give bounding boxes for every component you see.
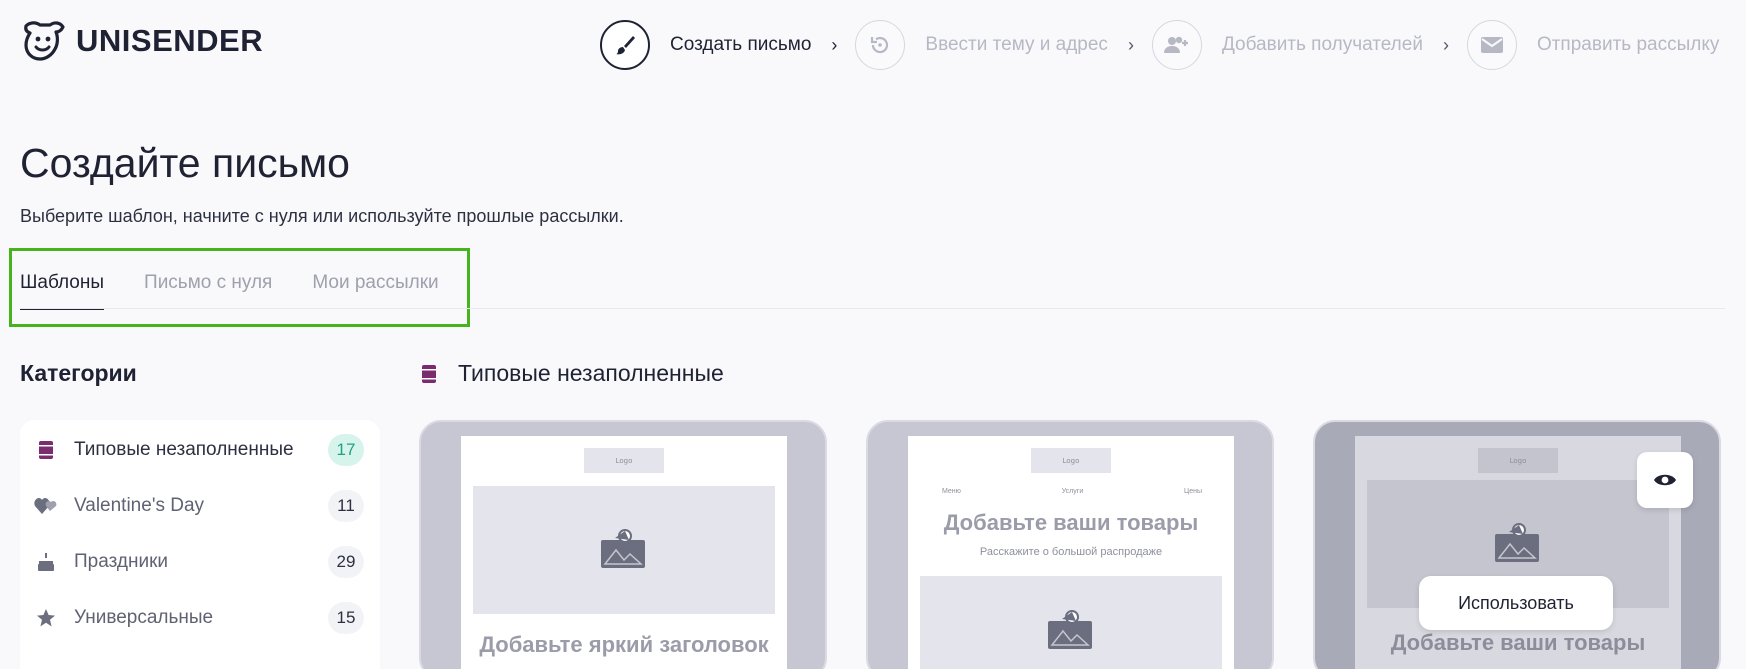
preview-logo-placeholder: Logo (1031, 448, 1111, 473)
step-label: Ввести тему и адрес (925, 34, 1108, 55)
preview-image-placeholder (473, 486, 775, 614)
image-placeholder-icon (1048, 610, 1092, 649)
template-preview: Logo Добавьте ваши товары (1355, 436, 1681, 669)
section-title-text: Типовые незаполненные (458, 360, 724, 386)
tabs: Шаблоны Письмо с нуля Мои рассылки (20, 272, 439, 310)
chevron-right-icon: › (831, 34, 838, 55)
preview-nav-item: Меню (942, 488, 961, 495)
preview-subheading: Расскажите о большой распродаже (979, 546, 1163, 558)
star-icon (34, 606, 58, 630)
step-add-recipients[interactable]: Добавить получателей (1151, 20, 1423, 70)
use-template-button[interactable]: Использовать (1419, 576, 1613, 630)
preview-heading: Добавьте ваши товары (1390, 630, 1646, 655)
step-subject-address[interactable]: Ввести тему и адрес (855, 20, 1108, 70)
page-title: Создайте письмо (20, 140, 350, 186)
brush-icon (616, 36, 635, 55)
preview-button[interactable] (1637, 452, 1693, 508)
step-circle (1151, 20, 1202, 70)
step-circle (855, 20, 906, 70)
tab-from-scratch[interactable]: Письмо с нуля (144, 272, 272, 310)
page-subtitle: Выберите шаблон, начните с нуля или испо… (20, 206, 624, 226)
preview-logo-placeholder: Logo (584, 448, 664, 473)
envelope-icon (1480, 37, 1503, 53)
template-card-hovered[interactable]: Logo Добавьте ваши товары Использовать (1313, 420, 1721, 669)
preview-nav: Меню Услуги Цены (942, 488, 1202, 495)
step-label: Добавить получателей (1221, 34, 1423, 55)
step-label: Отправить рассылку (1536, 34, 1720, 55)
preview-nav-item: Цены (1184, 488, 1202, 495)
add-users-icon (1163, 36, 1188, 53)
preview-image-placeholder (920, 576, 1222, 669)
top-header: UNISENDER Создать письмо › Ввести тему и… (0, 0, 1746, 92)
step-send[interactable]: Отправить рассылку (1466, 20, 1720, 70)
step-label: Создать письмо (670, 34, 812, 55)
preview-logo-placeholder: Logo (1478, 448, 1558, 473)
dog-logo-icon (24, 21, 65, 61)
categories-list: Типовые незаполненные 17 Valentine's Day… (20, 420, 380, 669)
category-label: Типовые незаполненные (74, 439, 294, 460)
image-placeholder-icon (1495, 523, 1539, 562)
category-count-badge: 17 (328, 434, 364, 466)
preview-heading: Добавьте ваши товары (943, 510, 1199, 535)
template-icon (34, 438, 58, 462)
template-card[interactable]: Logo Добавьте яркий заголовок (419, 420, 827, 669)
template-icon (422, 364, 436, 383)
image-placeholder-icon (601, 529, 645, 568)
brand-logo[interactable]: UNISENDER (20, 20, 263, 62)
cake-icon (34, 550, 58, 574)
category-count-badge: 15 (328, 602, 364, 634)
hearts-icon (34, 494, 58, 518)
category-item-valentines[interactable]: Valentine's Day 11 (20, 476, 380, 536)
section-title: Типовые незаполненные (420, 360, 724, 387)
category-item-holidays[interactable]: Праздники 29 (20, 532, 380, 592)
tab-my-campaigns[interactable]: Мои рассылки (312, 272, 438, 310)
brand-name: UNISENDER (76, 23, 264, 58)
template-preview: Logo Добавьте яркий заголовок (461, 436, 787, 669)
history-icon (871, 36, 889, 54)
tabs-divider (20, 308, 1725, 309)
wizard-steps: Создать письмо › Ввести тему и адрес › Д… (600, 20, 1719, 70)
category-item-universal[interactable]: Универсальные 15 (20, 588, 380, 648)
chevron-right-icon: › (1127, 34, 1134, 55)
category-label: Универсальные (74, 607, 214, 628)
step-create-email[interactable]: Создать письмо (600, 20, 811, 70)
eye-icon (1654, 474, 1676, 486)
preview-heading: Добавьте яркий заголовок (479, 632, 769, 657)
category-count-badge: 11 (328, 490, 364, 522)
tab-templates[interactable]: Шаблоны (20, 272, 105, 310)
template-card[interactable]: Logo Меню Услуги Цены Добавьте ваши това… (866, 420, 1274, 669)
step-circle (600, 20, 650, 70)
step-circle (1466, 20, 1517, 70)
chevron-right-icon: › (1442, 34, 1449, 55)
template-preview: Logo Меню Услуги Цены Добавьте ваши това… (908, 436, 1234, 669)
preview-nav-item: Услуги (1061, 488, 1084, 495)
category-label: Valentine's Day (74, 495, 205, 516)
categories-title: Категории (20, 360, 137, 386)
category-count-badge: 29 (328, 546, 364, 578)
category-item-typical[interactable]: Типовые незаполненные 17 (20, 420, 380, 480)
category-label: Праздники (74, 551, 168, 572)
